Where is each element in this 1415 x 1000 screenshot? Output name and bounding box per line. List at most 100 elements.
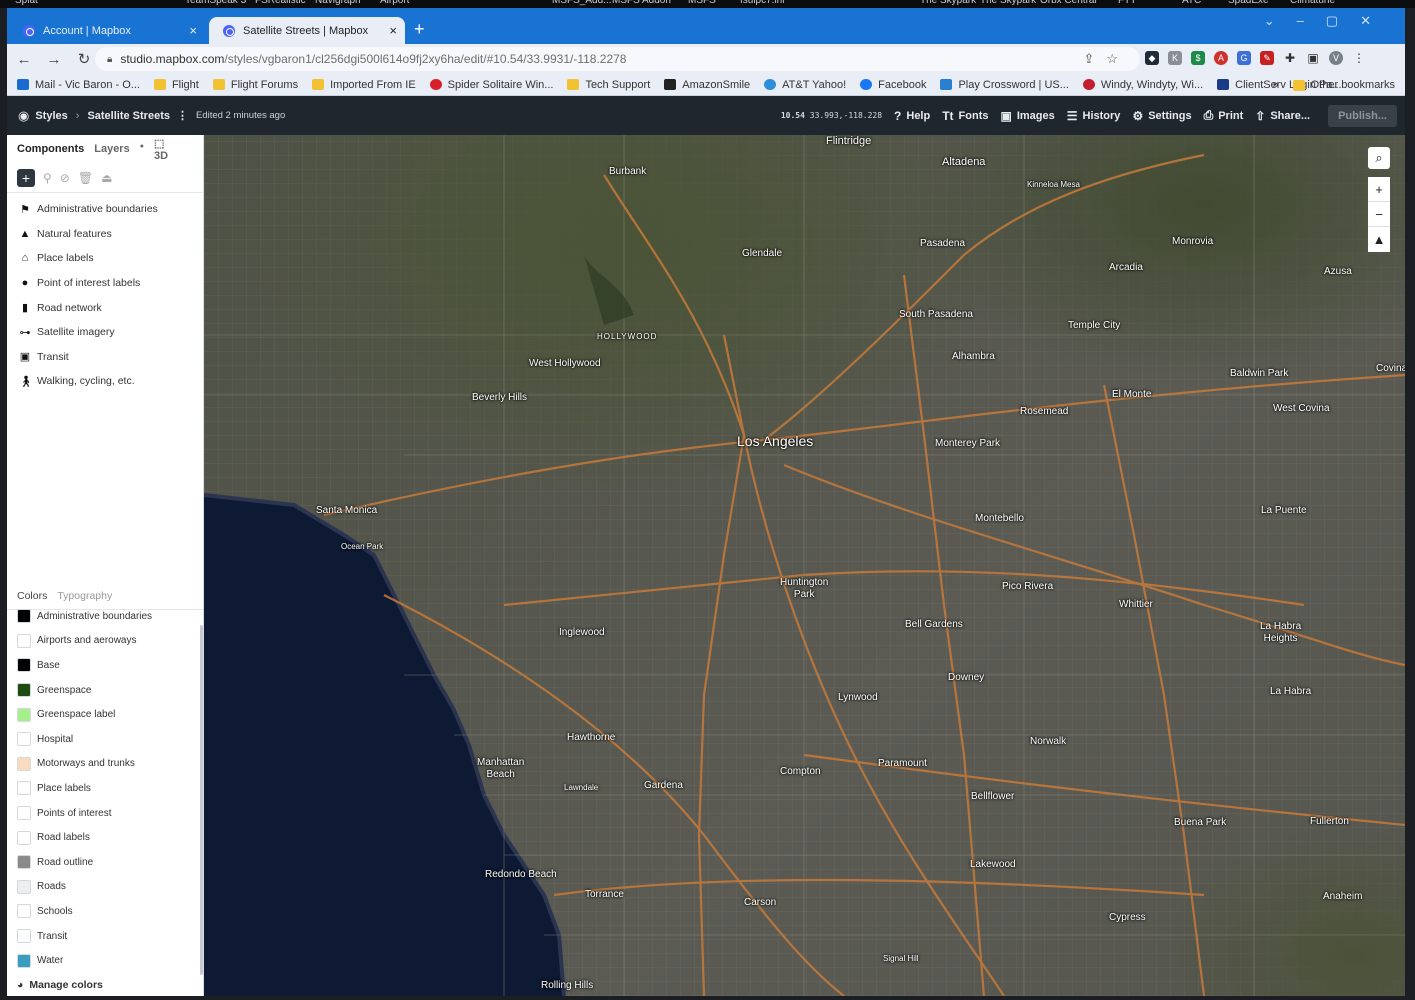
color-row[interactable]: Roads — [7, 875, 203, 900]
color-swatch[interactable] — [17, 879, 31, 894]
color-swatch[interactable] — [17, 633, 31, 648]
bookmark-facebook[interactable]: Facebook — [860, 79, 926, 91]
s-extension-icon[interactable]: $ — [1191, 51, 1205, 65]
tab-components[interactable]: Components — [17, 143, 84, 155]
desktop-shortcut[interactable]: SpadExe — [1228, 0, 1269, 6]
bookmark-flight[interactable]: Flight — [153, 79, 199, 91]
menu-icon[interactable]: ⋮ — [1352, 51, 1366, 65]
compass-button[interactable]: ▲ — [1368, 227, 1390, 252]
color-row[interactable]: Greenspace — [7, 678, 203, 703]
map-canvas[interactable]: Flintridge Altadena Kinneloa Mesa Burbank Gl… — [204, 135, 1405, 996]
desktop-shortcut[interactable]: FTT — [1118, 0, 1136, 6]
color-row[interactable]: Schools — [7, 899, 203, 924]
tab-3d[interactable]: ⬚ 3D — [154, 137, 193, 162]
history-button[interactable]: ☰ History — [1067, 109, 1121, 123]
bookmark-tech-support[interactable]: Tech Support — [567, 79, 650, 91]
color-swatch[interactable] — [17, 953, 31, 968]
address-bar[interactable]: 🔒︎ studio.mapbox.com/styles/vgbaron1/cl2… — [95, 47, 1140, 71]
desktop-shortcut[interactable]: Orbx Central — [1040, 0, 1097, 6]
bookmark-crossword[interactable]: Play Crossword | US... — [940, 79, 1069, 91]
link-icon[interactable]: ⚲ — [43, 171, 52, 185]
color-row[interactable]: Administrative boundaries — [7, 604, 203, 629]
component-item[interactable]: ● Point of interest labels — [7, 271, 203, 296]
share-button[interactable]: ⇧ Share... — [1255, 109, 1310, 123]
back-icon[interactable]: ← — [11, 51, 37, 68]
print-button[interactable]: ⎙ Print — [1204, 108, 1244, 123]
shield-extension-icon[interactable]: ◆ — [1145, 51, 1159, 65]
puzzle-icon[interactable]: ✚ — [1283, 51, 1297, 65]
bookmark-flight-forums[interactable]: Flight Forums — [212, 79, 298, 91]
desktop-shortcut[interactable]: MSFS_Add... — [552, 0, 611, 6]
trash-icon[interactable]: 🗑︎ — [78, 171, 93, 185]
desktop-shortcut[interactable]: The Skypark — [920, 0, 976, 6]
k-extension-icon[interactable]: K — [1168, 51, 1182, 65]
desktop-shortcut[interactable]: MSFS — [688, 0, 716, 6]
desktop-shortcut[interactable]: FSRealistic — [255, 0, 306, 6]
desktop-shortcut[interactable]: MSFS Addon — [612, 0, 671, 6]
color-swatch[interactable] — [17, 683, 31, 698]
pdf-extension-icon[interactable]: ✎ — [1260, 51, 1274, 65]
bookmark-mail[interactable]: Mail - Vic Baron - O... — [17, 79, 140, 91]
color-row[interactable]: Hospital — [7, 727, 203, 752]
color-swatch[interactable] — [17, 806, 31, 821]
new-tab-button[interactable]: + — [414, 19, 425, 40]
mapbox-logo-icon[interactable]: ◉ — [18, 108, 29, 124]
color-row[interactable]: Road outline — [7, 850, 203, 875]
eject-icon[interactable]: ⏏ — [101, 171, 112, 185]
component-item[interactable]: ▮ Road network — [7, 295, 203, 320]
color-swatch[interactable] — [17, 781, 31, 796]
color-swatch[interactable] — [17, 855, 31, 870]
component-item[interactable]: ⚑ Administrative boundaries — [7, 197, 203, 222]
bookmark-amazonsmile[interactable]: AmazonSmile — [664, 79, 750, 91]
bookmark-spider-solitaire[interactable]: Spider Solitaire Win... — [429, 79, 553, 91]
component-item[interactable]: ⊶ Satellite imagery — [7, 320, 203, 345]
desktop-shortcut[interactable]: The Skypark — [980, 0, 1036, 6]
add-component-button[interactable]: + — [17, 168, 35, 187]
color-swatch[interactable] — [17, 707, 31, 722]
desktop-shortcut[interactable]: Climatune — [1290, 0, 1335, 6]
forward-icon[interactable]: → — [41, 51, 67, 68]
manage-colors-button[interactable]: ◕ Manage colors — [7, 973, 203, 996]
component-item[interactable]: ⌂ Place labels — [7, 246, 203, 271]
tab-close-icon[interactable]: × — [189, 23, 197, 38]
tab-layers[interactable]: Layers ● — [94, 143, 144, 156]
color-row[interactable]: Base — [7, 653, 203, 678]
share-and-star-icons[interactable]: ⇪☆ — [1083, 51, 1130, 67]
help-button[interactable]: ? Help — [894, 109, 930, 123]
settings-button[interactable]: ⚙ Settings — [1132, 109, 1191, 123]
component-item[interactable]: ▣ Transit — [7, 345, 203, 370]
tab-account-mapbox[interactable]: Account | Mapbox × — [9, 17, 205, 44]
color-row[interactable]: Place labels — [7, 776, 203, 801]
other-bookmarks[interactable]: Other bookmarks — [1292, 79, 1395, 91]
desktop-shortcut[interactable]: fsuipc7.ini — [740, 0, 784, 6]
fonts-button[interactable]: Tt Fonts — [942, 109, 988, 123]
color-swatch[interactable] — [17, 830, 31, 845]
color-row[interactable]: Transit — [7, 924, 203, 949]
tab-typography[interactable]: Typography — [57, 590, 112, 602]
color-swatch[interactable] — [17, 658, 31, 673]
style-name[interactable]: Satellite Streets — [87, 110, 170, 122]
map-search-button[interactable]: ⌕ — [1368, 147, 1390, 169]
color-swatch[interactable] — [17, 756, 31, 771]
color-row[interactable]: Airports and aeroways — [7, 629, 203, 654]
bookmark-att-yahoo[interactable]: AT&T Yahoo! — [764, 79, 846, 91]
adblock-extension-icon[interactable]: A — [1214, 51, 1228, 65]
color-swatch[interactable] — [17, 929, 31, 944]
color-swatch[interactable] — [17, 609, 31, 624]
sidepanel-icon[interactable]: ▣ — [1306, 51, 1320, 65]
breadcrumb-styles[interactable]: Styles — [35, 110, 67, 122]
tab-satellite-streets[interactable]: Satellite Streets | Mapbox × — [209, 17, 405, 44]
window-controls[interactable]: ⌄–▢✕ — [1264, 13, 1393, 29]
color-row[interactable]: Road labels — [7, 825, 203, 850]
profile-avatar[interactable]: V — [1329, 51, 1343, 65]
reload-icon[interactable]: ↻ — [71, 50, 97, 68]
desktop-shortcut[interactable]: TeamSpeak 3 — [185, 0, 246, 6]
zoom-out-button[interactable]: − — [1368, 202, 1390, 227]
desktop-shortcut[interactable]: Splat — [15, 0, 38, 6]
zoom-in-button[interactable]: + — [1368, 177, 1390, 202]
color-swatch[interactable] — [17, 904, 31, 919]
style-menu-icon[interactable]: ⋮ — [177, 109, 188, 122]
color-row[interactable]: Greenspace label — [7, 702, 203, 727]
desktop-shortcut[interactable]: Airport — [380, 0, 409, 6]
bookmark-imported[interactable]: Imported From IE — [312, 79, 416, 91]
